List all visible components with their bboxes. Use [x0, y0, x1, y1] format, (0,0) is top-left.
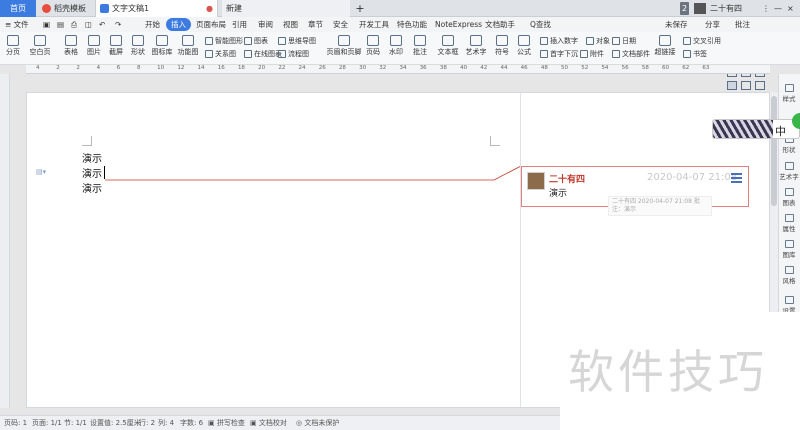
scrollbar-thumb[interactable] — [771, 96, 777, 206]
proofread-button[interactable]: ▣ 文档校对 — [250, 418, 287, 429]
panel-style[interactable]: 样式 — [778, 84, 800, 103]
panel-properties[interactable]: 属性 — [778, 214, 800, 233]
panel-chart-label: 图表 — [782, 199, 796, 207]
comment-text[interactable]: 演示 — [549, 186, 567, 199]
status-row[interactable]: 行: 2 — [139, 418, 155, 429]
panel-style-label: 样式 — [782, 95, 796, 103]
ime-skin-image — [713, 120, 773, 138]
ime-toolbar[interactable]: 中 — [712, 119, 800, 139]
settings-icon — [784, 296, 794, 304]
spell-check-button[interactable]: ▣ 拼写检查 — [208, 418, 245, 429]
gallery-icon — [784, 240, 794, 248]
status-page[interactable]: 页码: 1 — [4, 418, 27, 429]
status-col[interactable]: 列: 4 — [158, 418, 174, 429]
panel-gallery-label: 图库 — [782, 251, 796, 259]
comment-connector-line — [105, 165, 522, 181]
comment-avatar — [527, 172, 545, 190]
wordart-panel-icon — [784, 162, 794, 170]
comment-author: 二十有四 — [549, 175, 586, 185]
spell-check-label: 拼写检查 — [216, 419, 245, 427]
panel-gallery[interactable]: 图库 — [778, 240, 800, 259]
ime-mode[interactable]: 中 — [775, 123, 786, 138]
proofread-icon: ▣ — [250, 419, 259, 427]
comment-tooltip: 二十有四 2020-04-07 21:08 批注：演示 — [608, 196, 712, 216]
panel-shape-label: 形状 — [782, 146, 796, 154]
proofread-label: 文档校对 — [258, 419, 287, 427]
status-setting[interactable]: 设置值: 2.5厘米 — [90, 418, 141, 429]
watermark-text: 软件技巧 — [568, 345, 768, 399]
panel-properties-label: 属性 — [782, 225, 796, 233]
panel-theme-label: 风格 — [782, 277, 796, 285]
protect-status[interactable]: ◎ 文档未保护 — [296, 418, 339, 429]
comment-date: 2020-04-07 21:08 — [647, 172, 738, 183]
status-words[interactable]: 字数: 6 — [180, 418, 203, 429]
panel-chart[interactable]: 图表 — [778, 188, 800, 207]
panel-wordart[interactable]: 艺术字 — [778, 162, 800, 181]
comment-menu-icon[interactable] — [728, 171, 744, 185]
chart-panel-icon — [784, 188, 794, 196]
theme-icon — [784, 266, 794, 274]
protect-label: 文档未保护 — [304, 419, 340, 427]
properties-icon — [784, 214, 794, 222]
style-icon — [784, 84, 794, 92]
status-pages[interactable]: 页面: 1/1 — [32, 418, 62, 429]
status-section[interactable]: 节: 1/1 — [64, 418, 87, 429]
panel-theme[interactable]: 风格 — [778, 266, 800, 285]
spell-check-icon: ▣ — [208, 419, 217, 427]
status-bar: 页码: 1 页面: 1/1 节: 1/1 设置值: 2.5厘米 行: 2 列: … — [0, 415, 560, 430]
panel-wordart-label: 艺术字 — [779, 173, 799, 181]
